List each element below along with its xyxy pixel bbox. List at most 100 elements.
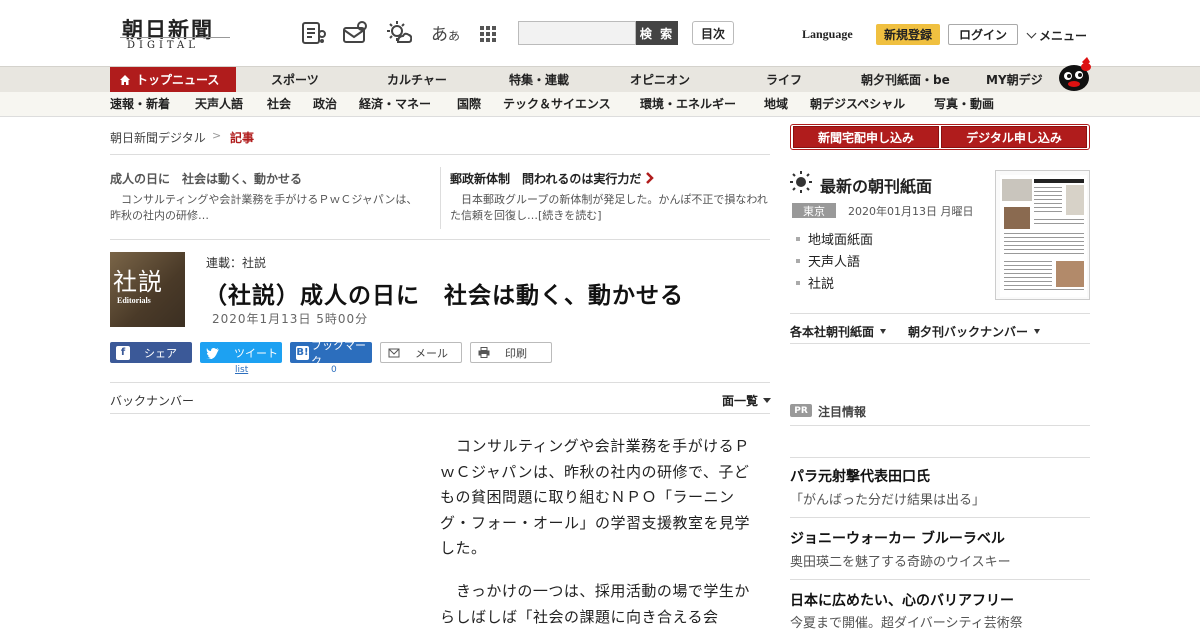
featured-title-2[interactable]: 郵政新体制 問われるのは実行力だ [450,170,656,187]
divider [790,457,1090,458]
twitter-label: ツイート [234,346,278,360]
featured-title-1[interactable]: 成人の日に 社会は動く、動かせる [110,170,302,187]
home-delivery-button[interactable]: 新聞宅配申し込み [793,126,939,148]
article-headline: （社説）成人の日に 社会は動く、動かせる [204,283,684,309]
paper-link-editorial[interactable]: 社説 [796,273,834,292]
login-button[interactable]: ログイン [948,24,1018,45]
thumbnail-kanji: 社説 [113,268,163,296]
breadcrumb-current: 記事 [230,131,255,145]
caret-down-icon [880,329,887,334]
paper-link-local[interactable]: 地域面紙面 [796,229,873,248]
article-paragraph: きっかけの一つは、採用活動の場で学生からしばしば「社会の課題に向き合える会 [440,582,750,626]
series-label[interactable]: 連載：社説 [206,254,266,271]
nav2-item-tech[interactable]: テック＆サイエンス [503,92,611,117]
page: 朝日新聞 DIGITAL ああ 検 索 目次 Language 新規登録 ログイ… [0,0,1200,630]
arrow-right-icon [646,172,655,184]
sun-icon [790,171,812,193]
search-input[interactable] [518,21,636,45]
nav2-item-special[interactable]: 朝デジスペシャル [810,92,905,117]
paper-date: 2020年01月13日 月曜日 [848,205,974,218]
menu-button[interactable]: メニュー [1026,27,1088,44]
divider [790,343,1090,344]
facebook-icon: f [116,345,130,360]
backnumber-link[interactable]: バックナンバー [110,392,194,409]
mascot-icon[interactable] [1054,56,1092,92]
nav2-item-international[interactable]: 国際 [457,92,481,117]
site-logo-sub[interactable]: DIGITAL [127,40,199,51]
hatena-icon: B! [296,345,309,360]
nav-item-features[interactable]: 特集・連載 [509,67,569,93]
promo-subtitle-2[interactable]: 奥田瑛二を魅了する奇跡のウイスキー [790,551,1011,570]
divider [790,517,1090,518]
nav2-item-environment[interactable]: 環境・エネルギー [640,92,736,117]
toc-button[interactable]: 目次 [692,21,734,45]
mail-box-icon[interactable] [342,20,368,46]
twitter-share-button[interactable]: ツイート [200,342,282,363]
page-list-dropdown[interactable]: 面一覧 [722,392,772,409]
paper-link-label: 地域面紙面 [808,233,874,248]
dropdown-label: 朝夕刊バックナンバー [908,325,1029,339]
dropdown-label: 各本社朝刊紙面 [790,325,875,339]
hatena-label: ブックマーク [310,338,366,368]
paper-link-tenseijingo[interactable]: 天声人語 [796,251,860,270]
promo-subtitle-1[interactable]: 「がんばった分だけ結果は出る」 [790,489,985,508]
nav-item-paper[interactable]: 朝夕刊紙面・be [861,67,950,93]
promo-title-3[interactable]: 日本に広めたい、心のバリアフリー [790,590,1014,610]
nav2-item-politics[interactable]: 政治 [313,92,337,117]
font-size-icon[interactable]: ああ [431,20,460,45]
search-button[interactable]: 検 索 [636,21,678,45]
nav-label: トップニュース [136,73,220,87]
print-button[interactable]: 印刷 [470,342,552,363]
regional-papers-dropdown[interactable]: 各本社朝刊紙面 [790,323,887,340]
nav-item-life[interactable]: ライフ [766,67,802,93]
nav2-item-photo[interactable]: 写真・動画 [934,92,994,117]
pr-badge: PR [790,404,812,417]
nav2-item-tenseijingo[interactable]: 天声人語 [195,92,243,117]
divider [110,239,770,240]
mail-share-button[interactable]: メール [380,342,462,363]
hatena-bookmark-button[interactable]: B! ブックマーク [290,339,372,368]
bullet [796,237,800,241]
promo-title-1[interactable]: パラ元射撃代表田口氏 [790,466,930,486]
primary-nav: トップニュース スポーツ カルチャー 特集・連載 オピニオン ライフ 朝夕刊紙面… [0,66,1200,93]
featured-body-2: 日本郵政グループの新体制が発足した。かんぽ不正で損なわれた信頼を回復し…[続きを… [450,193,768,222]
paper-link-label: 社説 [808,277,835,292]
nav2-item-latest[interactable]: 速報・新着 [110,92,170,117]
nav-item-sports[interactable]: スポーツ [271,67,319,93]
divider [790,425,1090,426]
newspaper-thumbnail[interactable] [995,170,1090,300]
apps-grid-icon[interactable] [480,26,496,42]
latest-paper-title[interactable]: 最新の朝刊紙面 [820,173,932,197]
breadcrumb-home[interactable]: 朝日新聞デジタル [110,129,206,146]
menu-label: メニュー [1039,29,1088,43]
signup-button[interactable]: 新規登録 [876,24,940,45]
nav2-item-region[interactable]: 地域 [764,92,788,117]
breadcrumb-sep: > [212,129,222,142]
secondary-nav: 速報・新着 天声人語 社会 政治 経済・マネー 国際 テック＆サイエンス 環境・… [0,92,1200,117]
digital-signup-button[interactable]: デジタル申し込み [941,126,1087,148]
promo-subtitle-3[interactable]: 今夏まで開催。超ダイバーシティ芸術祭 [790,612,1023,630]
article-date: 2020年1月13日 5時00分 [212,312,369,326]
backnumber-dropdown[interactable]: 朝夕刊バックナンバー [908,323,1041,340]
twitter-count[interactable]: list [235,365,248,375]
nav-item-my-asadigi[interactable]: MY朝デジ [986,67,1043,93]
language-link[interactable]: Language [802,27,853,42]
chevron-down-icon [1026,28,1037,39]
nav-item-opinion[interactable]: オピニオン [630,67,690,93]
news-reader-icon[interactable] [301,20,327,46]
series-thumbnail[interactable]: 社説 Editorials [110,252,185,327]
page-list-label: 面一覧 [722,394,759,408]
nav-item-culture[interactable]: カルチャー [387,67,447,93]
weather-icon[interactable] [386,20,412,46]
featured-title-2-text: 郵政新体制 問われるのは実行力だ [450,172,642,186]
facebook-share-button[interactable]: f シェア [110,342,192,363]
hatena-count[interactable]: 0 [331,365,337,375]
nav2-item-economy[interactable]: 経済・マネー [359,92,431,117]
promo-title-2[interactable]: ジョニーウォーカー ブルーラベル [790,528,1005,548]
logo-divider [120,37,230,38]
caret-down-icon [1034,329,1041,334]
nav-item-top-news[interactable]: トップニュース [110,67,236,93]
nav2-item-society[interactable]: 社会 [267,92,291,117]
font-size-large: あ [431,25,448,45]
facebook-label: シェア [144,346,177,360]
